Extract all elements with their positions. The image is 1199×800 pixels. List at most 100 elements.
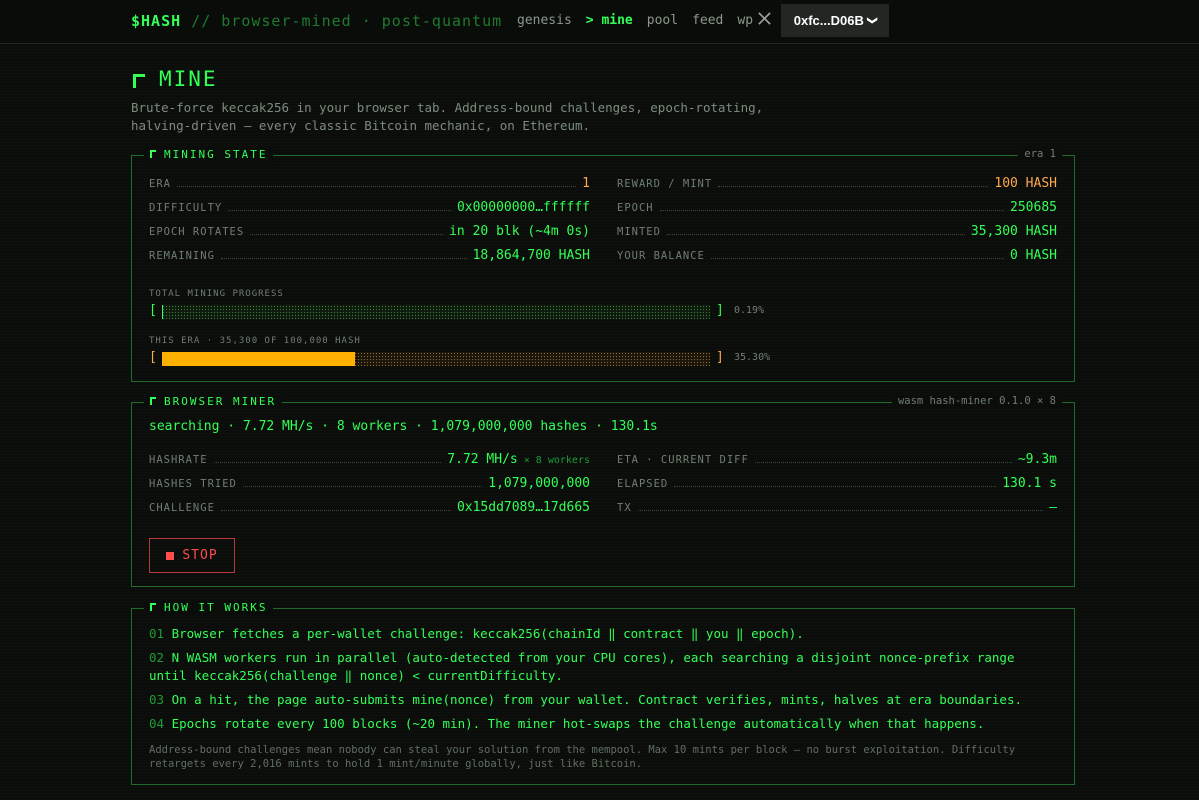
step-text: Epochs rotate every 100 blocks (~20 min)… <box>171 716 985 731</box>
stat-value: 35,300 HASH <box>970 224 1057 239</box>
stat-epoch: EPOCH 250685 <box>617 200 1057 218</box>
stat-value: 18,864,700 HASH <box>472 248 590 263</box>
stat-value: 0x00000000…ffffff <box>456 200 590 215</box>
step-number: 03 <box>149 692 165 707</box>
nav-pool[interactable]: pool <box>647 13 678 28</box>
step-text: Browser fetches a per-wallet challenge: … <box>171 626 804 641</box>
stat-value: — <box>1049 500 1057 515</box>
step-text: On a hit, the page auto-submits mine(non… <box>171 692 1022 707</box>
miner-status-line: searching · 7.72 MH/s · 8 workers · 1,07… <box>149 419 658 434</box>
stat-value: 250685 <box>1010 200 1057 215</box>
step-item: 03 On a hit, the page auto-submits mine(… <box>149 691 1049 709</box>
step-number: 02 <box>149 650 165 665</box>
panel-title: MINING STATE <box>164 148 268 161</box>
steps-list: 01 Browser fetches a per-wallet challeng… <box>149 625 1049 739</box>
bracket-right: ] <box>716 303 724 318</box>
panel-title: HOW IT WORKS <box>164 601 268 614</box>
progress-fill <box>162 305 164 319</box>
step-number: 04 <box>149 716 165 731</box>
stat-label: REMAINING <box>149 250 215 262</box>
stat-label: CHALLENGE <box>149 502 215 514</box>
stat-label: DIFFICULTY <box>149 202 223 214</box>
brand[interactable]: $HASH // browser-mined · post-quantum <box>131 12 502 30</box>
total-progress-label: TOTAL MINING PROGRESS <box>149 289 284 299</box>
stat-minted: MINTED 35,300 HASH <box>617 224 1057 242</box>
progress-track <box>162 352 710 366</box>
page-title-text: MINE <box>159 67 218 91</box>
nav-feed[interactable]: feed <box>692 13 723 28</box>
bracket-right: ] <box>716 350 724 365</box>
stat-value: 1 <box>582 176 590 191</box>
mining-state-panel: MINING STATE era 1 ERA 1 DIFFICULTY 0x0000… <box>131 148 1075 382</box>
stat-label: EPOCH <box>617 202 654 214</box>
corner-bracket-icon <box>150 150 156 158</box>
stat-reward: REWARD / MINT 100 HASH <box>617 176 1057 194</box>
stop-label: STOP <box>182 548 218 563</box>
nav-wp[interactable]: wp <box>737 13 753 28</box>
wallet-address: 0xfc...D06B <box>793 13 864 28</box>
stat-value: ~9.3m <box>1017 452 1057 467</box>
corner-bracket-icon <box>150 397 156 405</box>
miner-version: wasm hash-miner 0.1.0 × 8 <box>891 395 1062 407</box>
workers-sub: × 8 workers <box>517 455 590 466</box>
miner-eta: ETA · CURRENT DIFF ~9.3m <box>617 452 1057 470</box>
nav-mine[interactable]: > mine <box>586 13 633 28</box>
stat-label: REWARD / MINT <box>617 178 713 190</box>
bracket-left: [ <box>149 303 157 318</box>
step-item: 02 N WASM workers run in parallel (auto-… <box>149 649 1049 685</box>
stat-value: 1,079,000,000 <box>488 476 590 491</box>
stat-remaining: REMAINING 18,864,700 HASH <box>149 248 590 266</box>
stat-label: ELAPSED <box>617 478 669 490</box>
stat-value: 0x15dd7089…17d665 <box>456 500 590 515</box>
chevron-down-icon: ❯ <box>866 16 878 25</box>
panel-title: BROWSER MINER <box>164 395 277 408</box>
miner-hashrate: HASHRATE 7.72 MH/s × 8 workers <box>149 452 590 470</box>
era-progress-label: THIS ERA · 35,300 OF 100,000 HASH <box>149 336 361 346</box>
stat-value: 7.72 MH/s × 8 workers <box>447 452 590 467</box>
brand-tagline: // browser-mined · post-quantum <box>191 12 503 30</box>
panel-header: HOW IT WORKS <box>144 601 274 614</box>
era-progress-percent: 35.30% <box>734 352 771 363</box>
stat-value: 130.1 s <box>1002 476 1057 491</box>
panel-header: BROWSER MINER <box>144 395 283 408</box>
stat-value: 0 HASH <box>1010 248 1057 263</box>
x-logo-svg <box>758 12 771 25</box>
step-text: N WASM workers run in parallel (auto-det… <box>149 650 1015 683</box>
top-bar: $HASH // browser-mined · post-quantum ge… <box>0 0 1199 44</box>
step-item: 04 Epochs rotate every 100 blocks (~20 m… <box>149 715 1049 733</box>
page-title: MINE <box>133 67 218 91</box>
stat-label: TX <box>617 502 632 514</box>
nav-genesis[interactable]: genesis <box>517 13 572 28</box>
step-item: 01 Browser fetches a per-wallet challeng… <box>149 625 1049 643</box>
corner-bracket-icon <box>133 74 145 88</box>
wallet-button[interactable]: 0xfc...D06B ❯ <box>781 4 889 37</box>
miner-challenge: CHALLENGE 0x15dd7089…17d665 <box>149 500 590 518</box>
stat-difficulty: DIFFICULTY 0x00000000…ffffff <box>149 200 590 218</box>
stat-label: HASHRATE <box>149 454 208 466</box>
stat-label: MINTED <box>617 226 661 238</box>
stat-label: HASHES TRIED <box>149 478 237 490</box>
stat-epoch-rotates: EPOCH ROTATES in 20 blk (~4m 0s) <box>149 224 590 242</box>
total-progress-bar: [ ] 0.19% <box>149 303 769 319</box>
stat-era: ERA 1 <box>149 176 590 194</box>
corner-bracket-icon <box>150 603 156 611</box>
progress-fill <box>162 352 356 366</box>
footnote: Address-bound challenges mean nobody can… <box>149 744 1016 770</box>
brand-logo-text: $HASH <box>131 12 182 30</box>
progress-track <box>162 305 710 319</box>
stat-value: 100 HASH <box>994 176 1057 191</box>
how-it-works-panel: HOW IT WORKS 01 Browser fetches a per-wa… <box>131 601 1075 785</box>
hashrate-value: 7.72 MH/s <box>447 452 518 467</box>
era-tag: era 1 <box>1018 148 1062 160</box>
panel-header: MINING STATE <box>144 148 274 161</box>
era-progress-bar: [ ] 35.30% <box>149 350 771 366</box>
total-progress-percent: 0.19% <box>734 305 765 316</box>
page-desc-line-1: Brute-force keccak256 in your browser ta… <box>131 100 764 115</box>
stat-label: YOUR BALANCE <box>617 250 705 262</box>
miner-hashes-tried: HASHES TRIED 1,079,000,000 <box>149 476 590 494</box>
x-logo-icon[interactable] <box>757 11 773 29</box>
miner-tx: TX — <box>617 500 1057 518</box>
stat-label: ERA <box>149 178 171 190</box>
stop-button[interactable]: STOP <box>149 538 235 573</box>
step-number: 01 <box>149 626 165 641</box>
